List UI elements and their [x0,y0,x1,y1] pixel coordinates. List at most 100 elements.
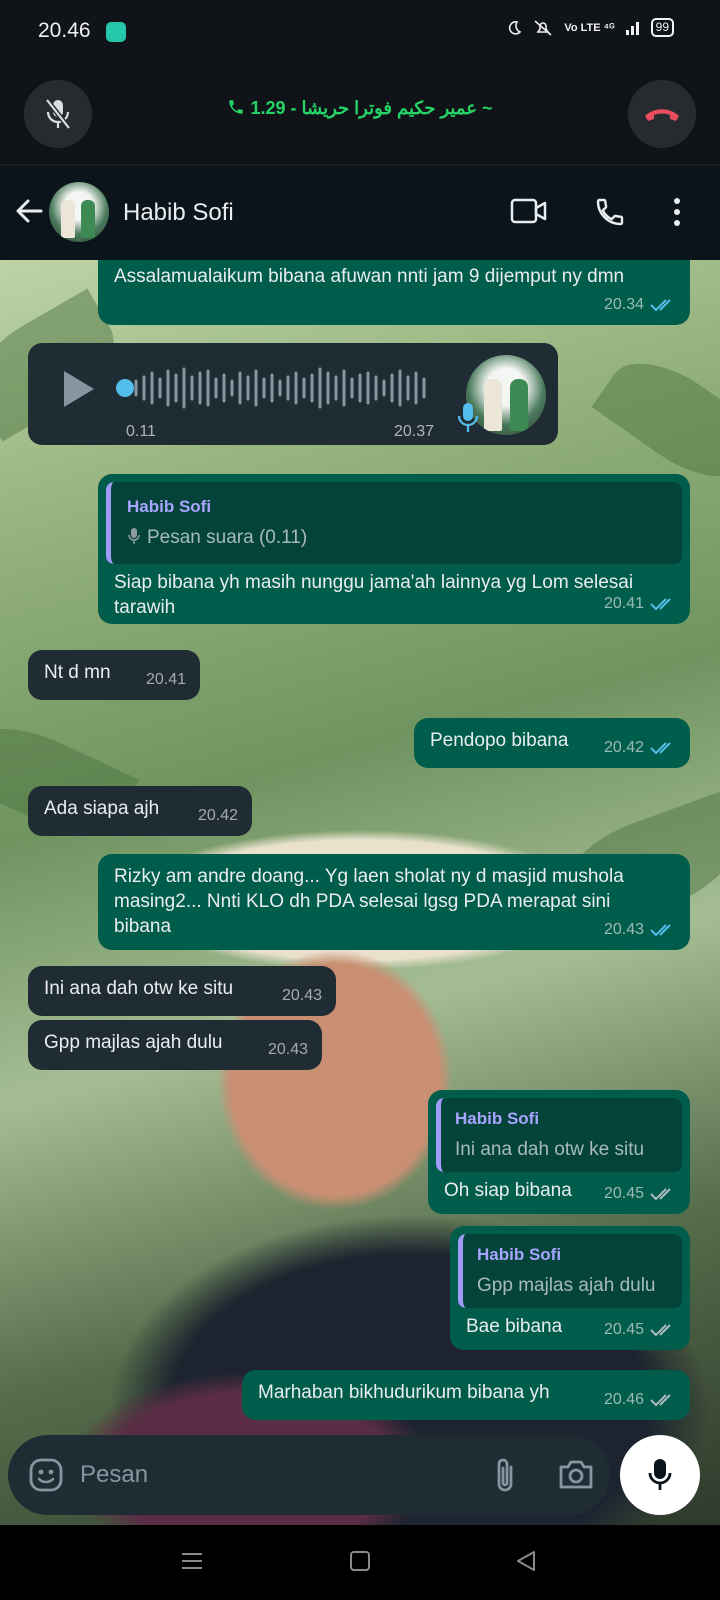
message-text: Marhaban bikhudurikum bibana yh [258,1382,550,1403]
read-receipt-icon [650,923,671,936]
notification-app-icon [106,22,126,42]
signal-icon [625,21,639,35]
quoted-text: Pesan suara (0.11) [147,527,308,548]
message-time: 20.43 [267,1041,308,1058]
network-indicator: Vo LTE ⁴ᴳ [564,21,615,34]
call-end-icon [645,109,679,121]
voice-duration: 0.11 [126,423,156,440]
delivered-receipt-icon [650,1393,671,1406]
camera-icon[interactable] [558,1457,594,1491]
message-meta: 20.42 [198,803,238,828]
delivered-receipt-icon [650,1323,671,1336]
message-text: Ini ana dah otw ke situ [44,978,234,999]
call-caller-and-duration: عمير حكيم فوترا حريشا - 1.29 ~ [250,98,493,118]
message-text: Gpp majlas ajah dulu [44,1032,223,1053]
quoted-text: Gpp majlas ajah dulu [477,1275,656,1296]
muted-bell-icon [534,19,552,36]
delivered-receipt-icon [650,1187,671,1200]
message-meta: 20.43 [268,1037,308,1062]
back-nav-icon[interactable] [514,1549,538,1573]
call-status[interactable]: عمير حكيم فوترا حريشا - 1.29 ~ [110,98,610,119]
message-time: 20.45 [603,1321,644,1338]
status-bar: 20.46 Vo LTE ⁴ᴳ 99 [0,0,720,64]
message-text: Rizky am andre doang... Yg laen sholat n… [114,866,624,937]
read-receipt-icon [650,298,671,311]
quoted-message[interactable]: Habib Sofi Ini ana dah otw ke situ [436,1098,682,1172]
read-receipt-icon [650,741,671,754]
contact-avatar[interactable] [49,182,109,242]
message-meta: 20.34 [604,292,676,317]
record-voice-button[interactable] [620,1435,700,1515]
attach-icon[interactable] [492,1455,518,1495]
incoming-message[interactable]: Gpp majlas ajah dulu 20.43 [28,1020,322,1070]
message-time: 20.37 [394,423,435,440]
status-time: 20.46 [38,19,91,42]
outgoing-reply-message[interactable]: Habib Sofi Pesan suara (0.11) Siap biban… [98,474,690,624]
incoming-message[interactable]: Ada siapa ajh 20.42 [28,786,252,836]
message-time: 20.43 [603,921,644,938]
message-time: 20.41 [603,595,644,612]
emoji-icon[interactable] [28,1457,64,1493]
contact-name[interactable]: Habib Sofi [123,199,234,227]
message-meta: 20.43 [604,917,676,942]
recent-apps-icon[interactable] [180,1549,204,1573]
ongoing-call-bar[interactable]: عمير حكيم فوترا حريشا - 1.29 ~ [0,64,720,164]
message-text: Nt d mn [44,662,111,683]
message-text: Assalamualaikum bibana afuwan nnti jam 9… [114,266,625,287]
message-composer[interactable] [8,1435,610,1515]
message-text: Ada siapa ajh [44,798,160,819]
incoming-voice-message[interactable]: 0.11 20.37 [28,343,558,445]
message-text: Siap bibana yh masih nunggu jama'ah lain… [114,572,634,618]
more-vert-icon[interactable] [672,196,682,228]
message-meta: 20.43 [282,983,322,1008]
outgoing-message[interactable]: Marhaban bikhudurikum bibana yh 20.46 [242,1370,690,1420]
home-icon[interactable] [348,1549,372,1573]
message-meta: 20.42 [604,735,676,760]
quoted-sender: Habib Sofi [477,1245,562,1264]
quoted-text: Ini ana dah otw ke situ [455,1139,645,1160]
voice-waveform[interactable] [132,363,432,413]
quoted-message[interactable]: Habib Sofi Pesan suara (0.11) [106,482,682,564]
message-meta: 20.45 [604,1181,676,1206]
outgoing-message[interactable]: Pendopo bibana 20.42 [414,718,690,768]
read-receipt-icon [650,597,671,610]
message-meta: 20.41 [604,591,676,616]
incoming-message[interactable]: Ini ana dah otw ke situ 20.43 [28,966,336,1016]
moon-icon [509,20,522,35]
outgoing-message[interactable]: Rizky am andre doang... Yg laen sholat n… [98,854,690,950]
system-navigation-bar [0,1525,720,1600]
message-time: 20.34 [603,296,644,313]
message-time: 20.45 [603,1185,644,1202]
mic-icon [648,1459,672,1490]
message-time: 20.42 [603,739,644,756]
chat-header: Habib Sofi [0,164,720,260]
back-arrow-icon[interactable] [14,196,44,226]
message-meta: 20.45 [604,1317,676,1342]
incoming-message[interactable]: Nt d mn 20.41 [28,650,200,700]
outgoing-reply-message[interactable]: Habib Sofi Gpp majlas ajah dulu Bae biba… [450,1226,690,1350]
video-call-icon[interactable] [510,196,548,226]
end-call-button[interactable] [628,80,696,148]
message-time: 20.46 [603,1391,644,1408]
message-time: 20.42 [197,807,238,824]
message-time: 20.43 [281,987,322,1004]
quoted-sender: Habib Sofi [455,1109,540,1128]
message-meta: 20.41 [146,667,186,692]
status-indicators: Vo LTE ⁴ᴳ 99 [506,18,674,37]
mic-icon [457,403,479,432]
mic-icon [128,528,140,544]
battery-level: 99 [650,18,674,37]
mute-button[interactable] [24,80,92,148]
quoted-message[interactable]: Habib Sofi Gpp majlas ajah dulu [458,1234,682,1308]
play-icon[interactable] [64,371,94,407]
outgoing-reply-message[interactable]: Habib Sofi Ini ana dah otw ke situ Oh si… [428,1090,690,1214]
voice-call-icon[interactable] [594,196,626,228]
chat-area[interactable]: Assalamualaikum bibana afuwan nnti jam 9… [0,260,720,1525]
message-text: Pendopo bibana [430,730,569,751]
phone-icon [229,100,244,114]
message-input[interactable] [80,1455,460,1495]
quoted-sender: Habib Sofi [127,497,212,516]
outgoing-message[interactable]: Assalamualaikum bibana afuwan nnti jam 9… [98,260,690,325]
message-meta: 20.46 [604,1387,676,1412]
message-time: 20.41 [145,671,186,688]
